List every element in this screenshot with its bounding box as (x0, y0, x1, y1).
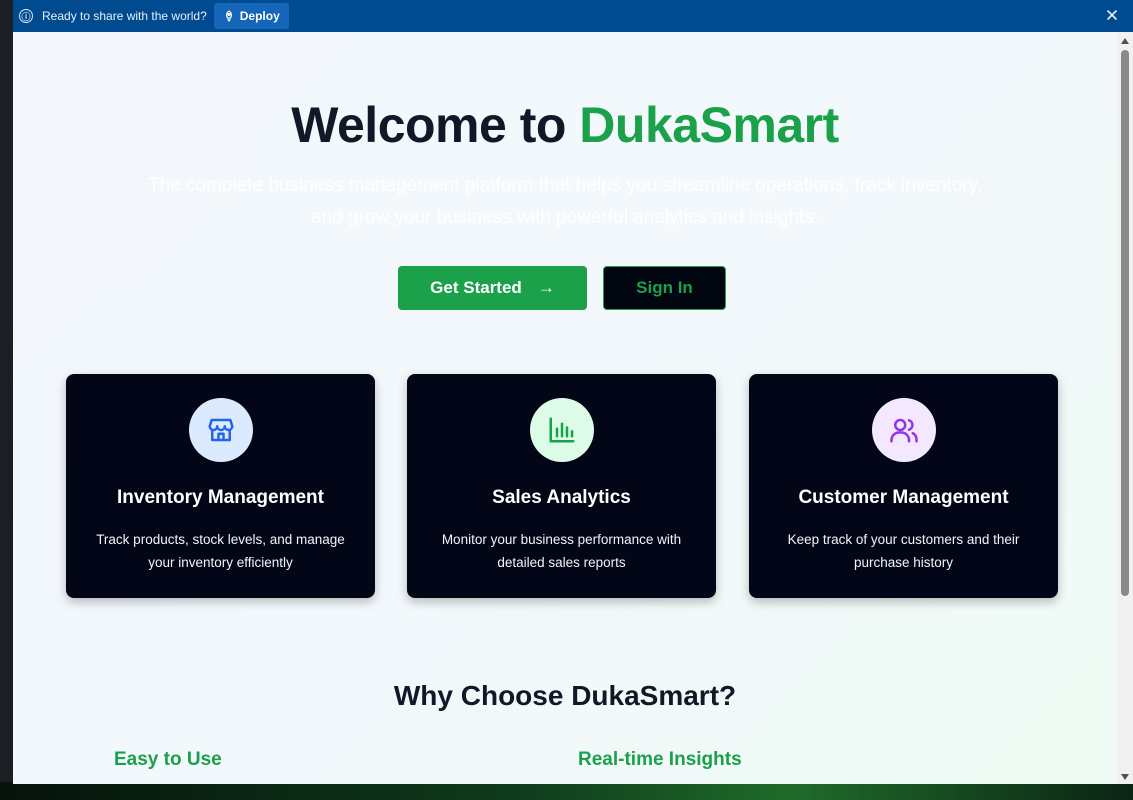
close-icon[interactable] (1105, 8, 1119, 22)
deploy-button[interactable]: Deploy (213, 3, 289, 29)
vertical-scrollbar[interactable] (1117, 32, 1133, 784)
deploy-banner: ⓘ Ready to share with the world? Deploy (13, 0, 1133, 32)
rocket-icon (225, 10, 232, 22)
app-window: ⓘ Ready to share with the world? Deploy … (13, 0, 1133, 784)
get-started-button[interactable]: Get Started → (398, 266, 587, 310)
card-title: Inventory Management (117, 487, 324, 508)
arrow-right-icon: → (537, 278, 555, 297)
info-icon: ⓘ (19, 9, 33, 23)
hero-subtitle: The complete business management platfor… (103, 170, 1027, 234)
feature-card-inventory: Inventory Management Track products, sto… (66, 374, 375, 598)
users-icon (872, 398, 936, 462)
landing-page: Welcome to DukaSmart The complete busine… (13, 32, 1117, 784)
store-icon (189, 398, 253, 462)
hero-title-prefix: Welcome to (291, 97, 580, 153)
card-description: Monitor your business performance with d… (441, 532, 682, 570)
deploy-button-label: Deploy (239, 9, 280, 23)
scrollbar-thumb[interactable] (1121, 50, 1129, 596)
sign-in-button[interactable]: Sign In (603, 266, 726, 310)
sign-in-label: Sign In (636, 278, 693, 297)
bar-chart-icon (530, 398, 594, 462)
why-choose-heading: Why Choose DukaSmart? (393, 680, 737, 711)
card-description: Keep track of your customers and their p… (787, 532, 1020, 570)
get-started-label: Get Started (430, 278, 522, 297)
card-title: Sales Analytics (492, 487, 631, 508)
desktop-left-edge (0, 0, 13, 790)
feature-card-customers: Customer Management Keep track of your c… (749, 374, 1058, 598)
hero-title-brand: DukaSmart (579, 97, 839, 153)
feature-card-sales: Sales Analytics Monitor your business pe… (407, 374, 716, 598)
banner-message: Ready to share with the world? (42, 9, 207, 23)
desktop-taskbar-strip (0, 782, 1133, 800)
feature-heading-insights: Real-time Insights (578, 749, 742, 770)
card-title: Customer Management (798, 487, 1009, 508)
hero-title: Welcome to DukaSmart (13, 96, 1117, 154)
hero-subtitle-line: The complete business management platfor… (148, 175, 982, 196)
scroll-down-arrow-icon[interactable] (1121, 774, 1129, 780)
hero-subtitle-line: and grow your business with powerful ana… (311, 207, 819, 228)
feature-heading-easy: Easy to Use (114, 749, 222, 770)
scroll-up-arrow-icon[interactable] (1121, 38, 1129, 44)
card-description: Track products, stock levels, and manage… (96, 532, 345, 570)
